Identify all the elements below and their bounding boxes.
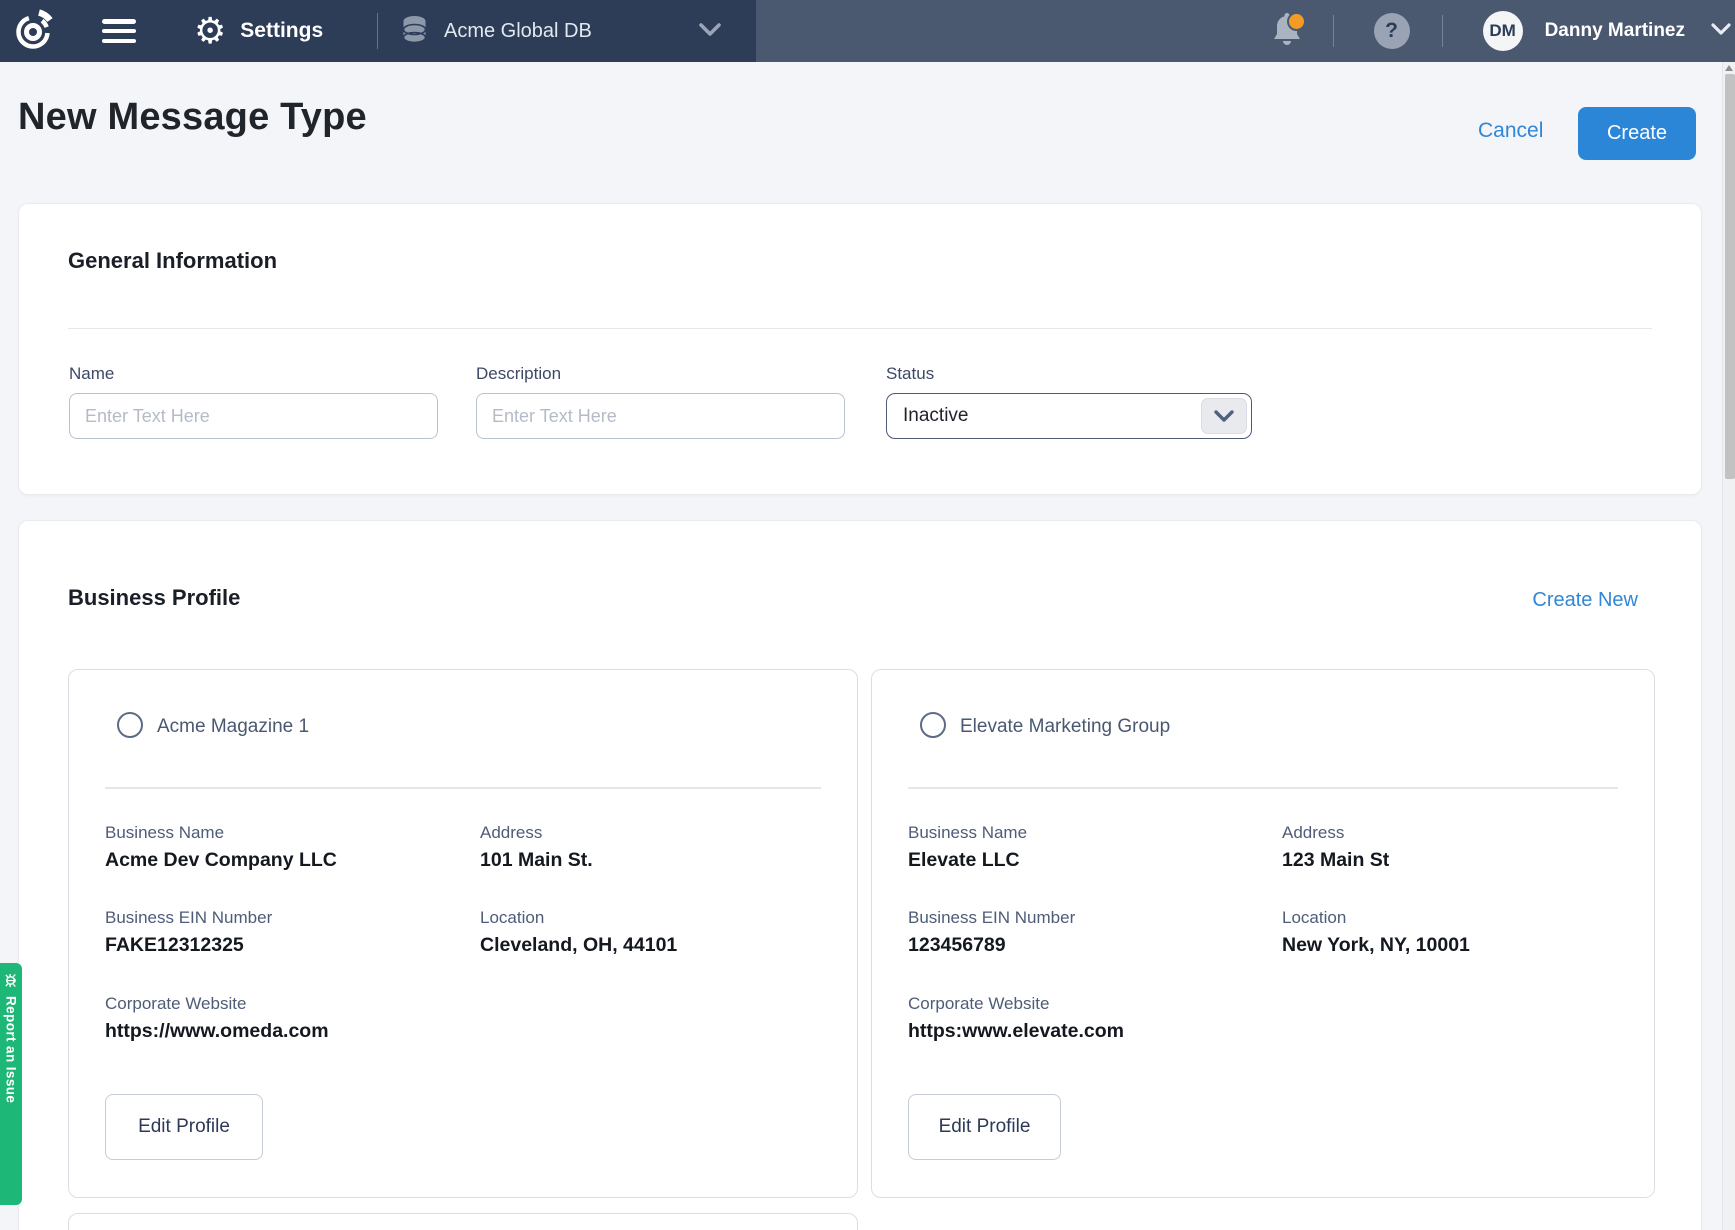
business-profile-option-elevate[interactable]: Elevate Marketing Group Business Name El… (871, 669, 1655, 1198)
notification-badge (1287, 12, 1306, 31)
navbar-divider (1333, 15, 1334, 47)
database-chevron-down-icon[interactable] (698, 22, 722, 43)
location-value: New York, NY, 10001 (1282, 934, 1470, 957)
navbar-divider (377, 13, 378, 49)
business-name-value: Elevate LLC (908, 849, 1020, 872)
hamburger-bar (102, 19, 136, 24)
report-an-issue-tab[interactable]: Report an Issue (0, 963, 22, 1205)
report-an-issue-label: Report an Issue (4, 996, 19, 1103)
vertical-scrollbar-thumb[interactable] (1725, 74, 1735, 479)
ein-label: Business EIN Number (908, 908, 1075, 928)
top-navbar: ⚙ Settings Acme Global DB (0, 0, 1735, 62)
profile-name: Acme Magazine 1 (157, 716, 309, 738)
location-label: Location (1282, 908, 1346, 928)
business-name-value: Acme Dev Company LLC (105, 849, 337, 872)
ein-value: FAKE12312325 (105, 934, 244, 957)
description-input[interactable] (476, 393, 845, 439)
business-profile-card: Business Profile Create New Acme Magazin… (18, 520, 1702, 1230)
location-value: Cleveland, OH, 44101 (480, 934, 677, 957)
profile-divider (105, 787, 821, 789)
section-divider (68, 328, 1652, 329)
general-information-card: General Information Name Description Sta… (18, 203, 1702, 495)
name-field-group: Name (69, 364, 438, 439)
profile-radio-button[interactable] (920, 712, 946, 738)
navbar-right-section: ? DM Danny Martinez (1271, 0, 1735, 62)
navbar-divider (1442, 15, 1443, 47)
profile-name: Elevate Marketing Group (960, 716, 1170, 738)
website-label: Corporate Website (908, 994, 1049, 1014)
omeda-logo-icon[interactable] (10, 8, 56, 54)
business-name-label: Business Name (908, 823, 1027, 843)
hamburger-bar (102, 39, 136, 44)
address-value: 123 Main St (1282, 849, 1389, 872)
ein-value: 123456789 (908, 934, 1006, 957)
database-selector[interactable]: Acme Global DB (401, 0, 592, 62)
user-menu-chevron-down-icon[interactable] (1711, 22, 1731, 41)
status-label: Status (886, 364, 1252, 384)
create-button[interactable]: Create (1578, 107, 1696, 160)
status-selected-value: Inactive (887, 405, 968, 427)
app-viewport: ⚙ Settings Acme Global DB (0, 0, 1735, 1230)
select-chevron-down-icon (1201, 398, 1247, 434)
business-profile-option-acme[interactable]: Acme Magazine 1 Business Name Acme Dev C… (68, 669, 858, 1198)
user-avatar[interactable]: DM (1483, 11, 1523, 51)
bug-icon (4, 973, 19, 988)
business-profile-option-partial[interactable] (68, 1213, 858, 1230)
status-select[interactable]: Inactive (886, 393, 1252, 439)
navbar-left-section: ⚙ Settings Acme Global DB (0, 0, 756, 62)
settings-label: Settings (240, 19, 323, 43)
description-label: Description (476, 364, 845, 384)
general-information-title: General Information (68, 248, 277, 274)
settings-nav-item[interactable]: ⚙ Settings (194, 0, 323, 62)
hamburger-bar (102, 29, 136, 34)
location-label: Location (480, 908, 544, 928)
database-icon (401, 15, 428, 47)
cancel-button[interactable]: Cancel (1478, 119, 1543, 143)
profile-divider (908, 787, 1618, 789)
help-icon[interactable]: ? (1374, 13, 1410, 49)
notifications-bell-icon[interactable] (1271, 12, 1307, 50)
scrollbar-up-arrow-icon[interactable] (1725, 65, 1733, 71)
website-label: Corporate Website (105, 994, 246, 1014)
edit-profile-button[interactable]: Edit Profile (105, 1094, 263, 1160)
website-value: https:www.elevate.com (908, 1020, 1124, 1043)
business-profile-title: Business Profile (68, 585, 240, 611)
name-input[interactable] (69, 393, 438, 439)
edit-profile-button[interactable]: Edit Profile (908, 1094, 1061, 1160)
name-label: Name (69, 364, 438, 384)
ein-label: Business EIN Number (105, 908, 272, 928)
description-field-group: Description (476, 364, 845, 439)
vertical-scrollbar-track[interactable] (1722, 62, 1735, 1230)
address-value: 101 Main St. (480, 849, 593, 872)
profile-radio-button[interactable] (117, 712, 143, 738)
address-label: Address (1282, 823, 1344, 843)
address-label: Address (480, 823, 542, 843)
status-field-group: Status Inactive (886, 364, 1252, 439)
create-new-button[interactable]: Create New (1532, 589, 1638, 612)
gear-icon: ⚙ (194, 13, 226, 49)
page-title: New Message Type (18, 96, 367, 139)
business-name-label: Business Name (105, 823, 224, 843)
website-value: https://www.omeda.com (105, 1020, 329, 1043)
database-name: Acme Global DB (444, 20, 592, 43)
hamburger-menu-button[interactable] (102, 19, 136, 43)
user-name: Danny Martinez (1545, 20, 1685, 42)
